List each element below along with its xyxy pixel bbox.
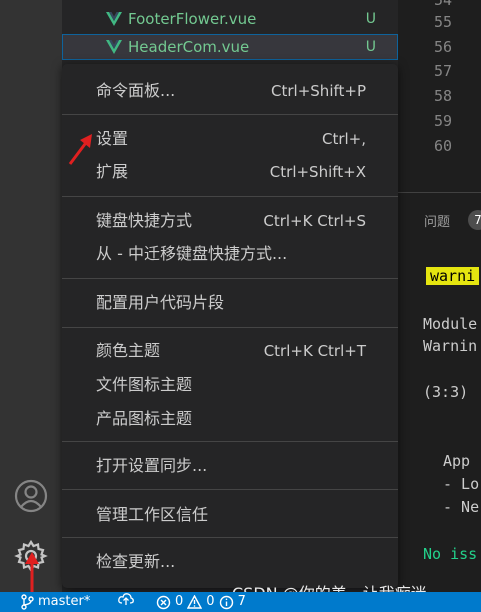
problems-indicator[interactable]: 0 0 7 — [156, 592, 246, 612]
branch-name: master* — [38, 594, 91, 609]
menu-separator — [62, 196, 398, 197]
line-number: 58 — [433, 87, 452, 105]
file-item-headercom[interactable]: HeaderCom.vue U — [62, 34, 398, 60]
menu-item-check-updates[interactable]: 检查更新... — [62, 547, 398, 577]
terminal-line-success: No iss — [423, 545, 478, 563]
terminal-line: Module — [423, 315, 478, 333]
git-branch-icon — [21, 594, 34, 610]
file-name: FooterFlower.vue — [128, 10, 257, 28]
menu-item-file-icon-theme[interactable]: 文件图标主题 — [62, 370, 398, 400]
line-number: 59 — [433, 112, 452, 130]
menu-item-migrate-keybindings[interactable]: 从 - 中迁移键盘快捷方式... — [62, 239, 398, 269]
branch-indicator[interactable]: master* — [20, 592, 90, 612]
menu-separator — [62, 278, 398, 279]
line-number: 57 — [433, 62, 452, 80]
terminal-line: (3:3) — [423, 383, 469, 401]
file-name: HeaderCom.vue — [128, 38, 250, 56]
info-icon — [219, 595, 233, 609]
terminal-line: - Ne — [443, 498, 480, 516]
menu-item-command-palette[interactable]: 命令面板... Ctrl+Shift+P — [62, 76, 398, 106]
error-icon — [156, 595, 171, 609]
activity-bar — [0, 0, 62, 592]
line-number: 60 — [433, 137, 452, 155]
vue-file-icon — [106, 12, 122, 26]
menu-item-keyboard-shortcuts[interactable]: 键盘快捷方式 Ctrl+K Ctrl+S — [62, 206, 398, 236]
menu-item-user-snippets[interactable]: 配置用户代码片段 — [62, 288, 398, 318]
tab-problems[interactable]: 问题 — [424, 211, 450, 230]
warning-icon — [187, 595, 203, 609]
status-bar: master* 0 0 7 — [0, 592, 481, 612]
menu-separator — [62, 441, 398, 442]
menu-item-product-icon-theme[interactable]: 产品图标主题 — [62, 404, 398, 434]
terminal-warning-tag: warni — [426, 267, 480, 285]
menu-item-settings[interactable]: 设置 Ctrl+, — [62, 124, 398, 154]
manage-menu: 命令面板... Ctrl+Shift+P 设置 Ctrl+, 扩展 Ctrl+S… — [62, 64, 398, 588]
annotation-arrow-icon — [25, 552, 39, 594]
line-number: 56 — [433, 38, 452, 56]
menu-separator — [62, 537, 398, 538]
warning-count: 0 — [206, 594, 215, 609]
menu-separator — [62, 489, 398, 490]
line-number: 55 — [433, 13, 452, 31]
editor-gutter: 54 55 56 57 58 59 60 — [398, 0, 481, 192]
menu-separator — [62, 327, 398, 328]
menu-separator — [62, 114, 398, 115]
cloud-upload-icon — [118, 593, 134, 605]
annotation-arrow-icon — [68, 134, 92, 165]
sync-button[interactable] — [118, 592, 134, 606]
terminal-line: App — [443, 452, 471, 470]
problems-count-badge: 7 — [468, 210, 481, 230]
menu-item-extensions[interactable]: 扩展 Ctrl+Shift+X — [62, 157, 398, 187]
info-count: 7 — [237, 594, 246, 609]
bottom-panel: 问题 7 warni Module Warnin (3:3) App - Lo … — [398, 192, 481, 593]
vue-file-icon — [106, 40, 122, 54]
menu-item-workspace-trust[interactable]: 管理工作区信任 — [62, 500, 398, 530]
terminal-line: - Lo — [443, 475, 480, 493]
git-status-untracked: U — [365, 11, 376, 27]
menu-item-color-theme[interactable]: 颜色主题 Ctrl+K Ctrl+T — [62, 336, 398, 366]
menu-item-settings-sync[interactable]: 打开设置同步... — [62, 451, 398, 481]
git-status-untracked: U — [365, 39, 376, 55]
file-item-footerflower[interactable]: FooterFlower.vue U — [62, 6, 398, 32]
error-count: 0 — [175, 594, 184, 609]
terminal-line: Warnin — [423, 337, 478, 355]
account-icon[interactable] — [13, 478, 49, 514]
